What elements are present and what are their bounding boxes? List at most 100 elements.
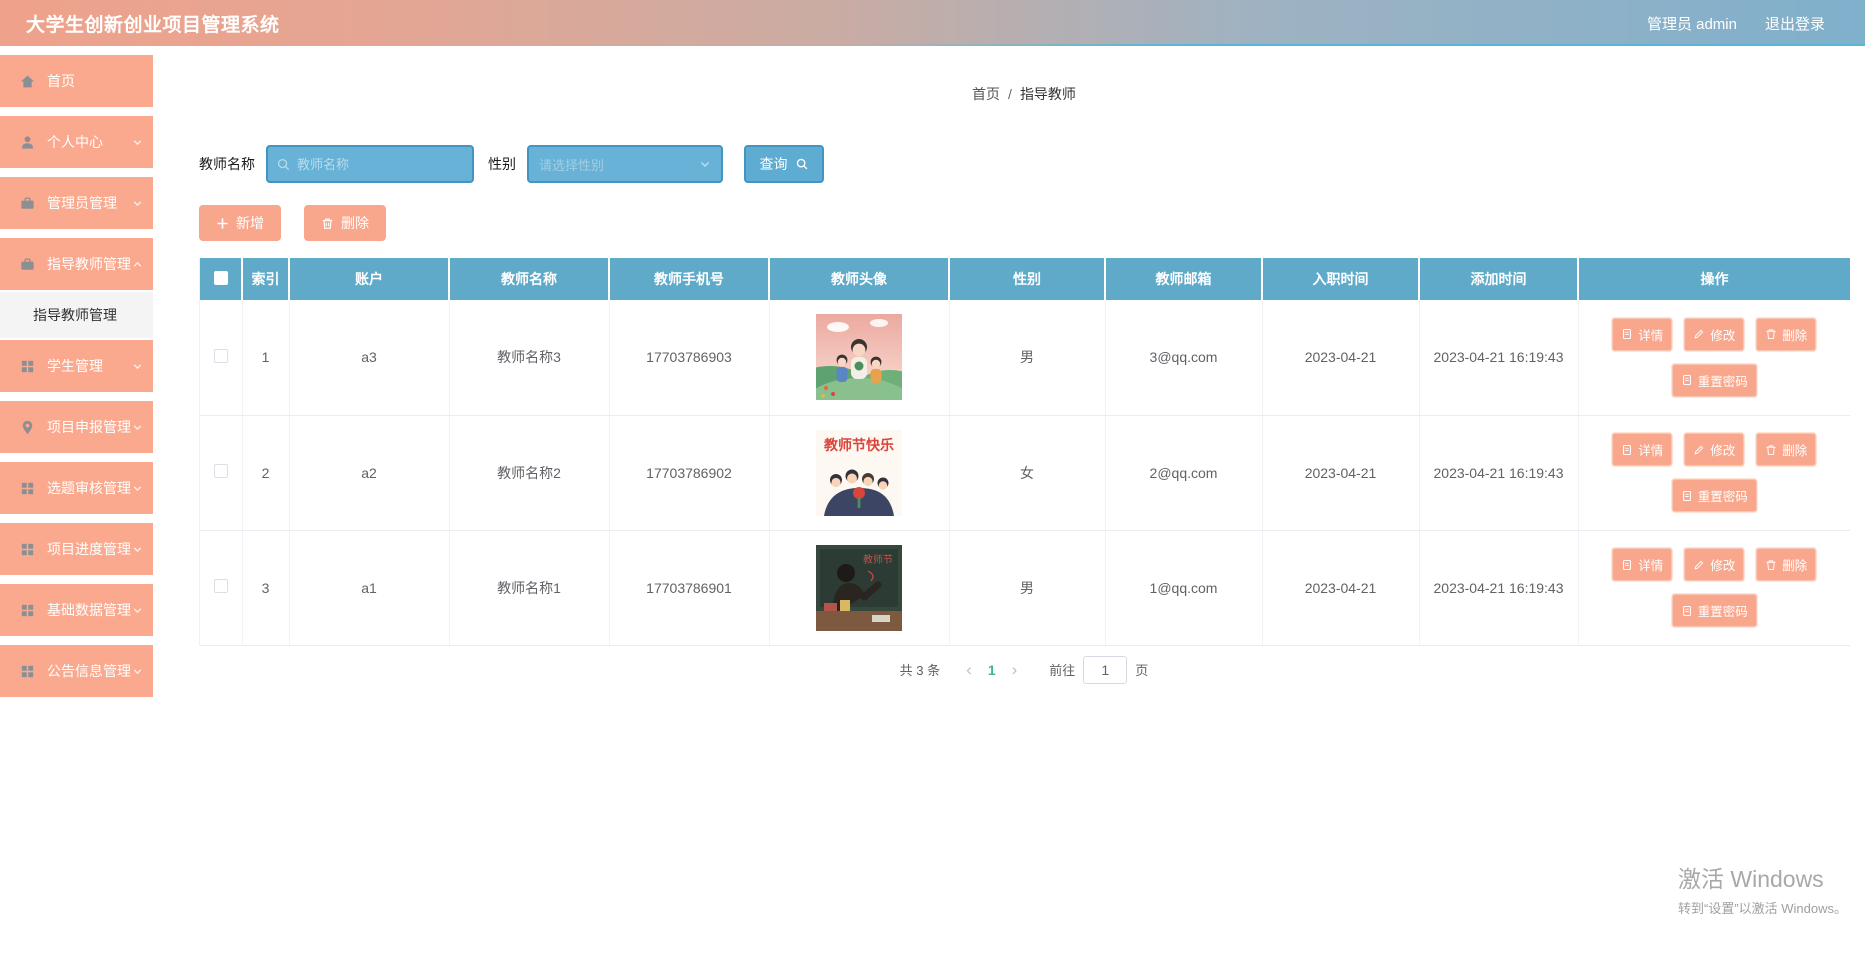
column-header-join-date: 入职时间 [1262, 258, 1420, 300]
sidebar-item-topic-review[interactable]: 选题审核管理 [0, 462, 153, 514]
reset-password-button[interactable]: 重置密码 [1670, 593, 1758, 628]
query-button[interactable]: 查询 [744, 145, 824, 183]
sidebar-item-student-management[interactable]: 学生管理 [0, 340, 153, 392]
document-icon [1623, 559, 1632, 570]
home-icon [20, 74, 35, 87]
sidebar-item-personal-center[interactable]: 个人中心 [0, 116, 153, 168]
cell-name: 教师名称3 [449, 300, 610, 416]
reset-password-button[interactable]: 重置密码 [1670, 478, 1758, 513]
teacher-avatar-image[interactable]: 教师节快乐 [816, 429, 902, 516]
chevron-down-icon [133, 485, 142, 491]
gender-select[interactable]: 请选择性别 [527, 145, 723, 183]
edit-button[interactable]: 修改 [1683, 547, 1746, 582]
pagination-total: 共 3 条 [899, 663, 941, 678]
detail-button[interactable]: 详情 [1611, 316, 1674, 352]
prev-page-button[interactable]: ‹ [956, 661, 982, 678]
chevron-down-icon [133, 363, 142, 369]
detail-button-label: 详情 [1638, 328, 1664, 343]
column-header-avatar: 教师头像 [769, 258, 950, 300]
chevron-down-icon [133, 424, 142, 430]
sidebar-item-admin-management[interactable]: 管理员管理 [0, 177, 153, 229]
cell-index: 3 [242, 530, 290, 646]
sidebar-item-basic-data[interactable]: 基础数据管理 [0, 584, 153, 636]
trash-icon [322, 217, 333, 229]
document-icon [1682, 490, 1691, 501]
cell-gender: 男 [949, 300, 1106, 416]
document-icon [1682, 605, 1691, 616]
delete-button-label: 删除 [341, 215, 369, 231]
pencil-icon [1694, 445, 1704, 454]
cell-name: 教师名称1 [449, 530, 610, 646]
page-number-1[interactable]: 1 [982, 662, 1002, 678]
grid-icon [21, 665, 34, 677]
breadcrumb: 首页 / 指导教师 [199, 84, 1849, 102]
cell-join-date: 2023-04-21 [1262, 415, 1420, 531]
trash-icon [1766, 329, 1776, 340]
sidebar-subitem-teacher-management[interactable]: 指导教师管理 [0, 292, 153, 338]
reset-password-button[interactable]: 重置密码 [1670, 362, 1758, 398]
trash-icon [1766, 559, 1776, 570]
reset-password-button-label: 重置密码 [1697, 374, 1748, 389]
chevron-down-icon [133, 546, 142, 552]
delete-row-button-label: 删除 [1782, 444, 1808, 458]
sidebar-item-announcements[interactable]: 公告信息管理 [0, 645, 153, 697]
teacher-name-input[interactable] [297, 156, 464, 172]
sidebar-item-label: 学生管理 [47, 358, 103, 374]
delete-row-button[interactable]: 删除 [1755, 432, 1818, 467]
chevron-down-icon [133, 607, 142, 613]
admin-user-menu[interactable]: 管理员 admin [1647, 13, 1737, 34]
query-button-label: 查询 [759, 156, 788, 172]
gender-select-placeholder: 请选择性别 [539, 157, 605, 173]
plus-icon [217, 217, 228, 229]
row-checkbox[interactable] [213, 464, 228, 478]
chevron-down-icon [133, 139, 142, 145]
chevron-up-icon [133, 261, 142, 267]
cell-phone: 17703786903 [609, 300, 770, 416]
detail-button[interactable]: 详情 [1611, 432, 1674, 467]
select-all-checkbox[interactable] [213, 270, 228, 285]
column-header-phone: 教师手机号 [609, 258, 770, 300]
sidebar-item-teacher-management[interactable]: 指导教师管理 [0, 238, 153, 290]
teacher-avatar-image[interactable]: 教师节 [816, 544, 902, 631]
sidebar-item-label: 指导教师管理 [47, 256, 131, 272]
top-header: 大学生创新创业项目管理系统 管理员 admin 退出登录 [0, 0, 1865, 46]
edit-button[interactable]: 修改 [1683, 316, 1746, 352]
column-header-email: 教师邮箱 [1105, 258, 1263, 300]
breadcrumb-home-link[interactable]: 首页 [972, 86, 1000, 102]
detail-button[interactable]: 详情 [1611, 547, 1674, 582]
watermark-line2: 转到“设置”以激活 Windows。 [1677, 901, 1847, 916]
edit-button-label: 修改 [1710, 444, 1736, 458]
reset-password-button-label: 重置密码 [1697, 490, 1748, 504]
cell-add-time: 2023-04-21 16:19:43 [1419, 530, 1579, 646]
add-button-label: 新增 [236, 215, 264, 231]
column-header-gender: 性别 [949, 258, 1106, 300]
sidebar-item-project-declaration[interactable]: 项目申报管理 [0, 401, 153, 453]
row-checkbox[interactable] [213, 348, 228, 363]
teacher-name-label: 教师名称 [199, 156, 255, 172]
table-toolbar: 新增 删除 [199, 205, 1849, 241]
goto-page-input[interactable] [1083, 655, 1128, 684]
edit-button-label: 修改 [1710, 328, 1736, 343]
delete-row-button[interactable]: 删除 [1755, 316, 1818, 352]
filter-bar: 教师名称 性别 请选择性别 查询 [199, 145, 1849, 183]
poster-text: 教师节快乐 [824, 437, 894, 453]
next-page-button[interactable]: › [1002, 661, 1028, 678]
sidebar-item-home[interactable]: 首页 [0, 55, 153, 107]
table-row: 2 a2 教师名称2 17703786902 教师节快乐 女 2@qq.com … [200, 415, 1850, 531]
delete-row-button[interactable]: 删除 [1755, 547, 1818, 582]
edit-button-label: 修改 [1710, 559, 1736, 573]
logout-button[interactable]: 退出登录 [1765, 13, 1825, 34]
breadcrumb-separator: / [1008, 86, 1012, 102]
windows-activation-watermark: 激活 Windows 转到“设置”以激活 Windows。 [1678, 860, 1847, 917]
document-icon [1623, 444, 1632, 455]
map-pin-icon [22, 420, 33, 434]
delete-button[interactable]: 删除 [304, 205, 386, 241]
teacher-avatar-image[interactable] [816, 314, 902, 401]
cell-index: 1 [242, 300, 290, 416]
edit-button[interactable]: 修改 [1683, 432, 1746, 467]
add-button[interactable]: 新增 [199, 205, 281, 241]
cell-phone: 17703786902 [609, 415, 770, 531]
sidebar-item-project-progress[interactable]: 项目进度管理 [0, 523, 153, 575]
row-checkbox[interactable] [213, 579, 228, 593]
search-icon [796, 158, 807, 170]
